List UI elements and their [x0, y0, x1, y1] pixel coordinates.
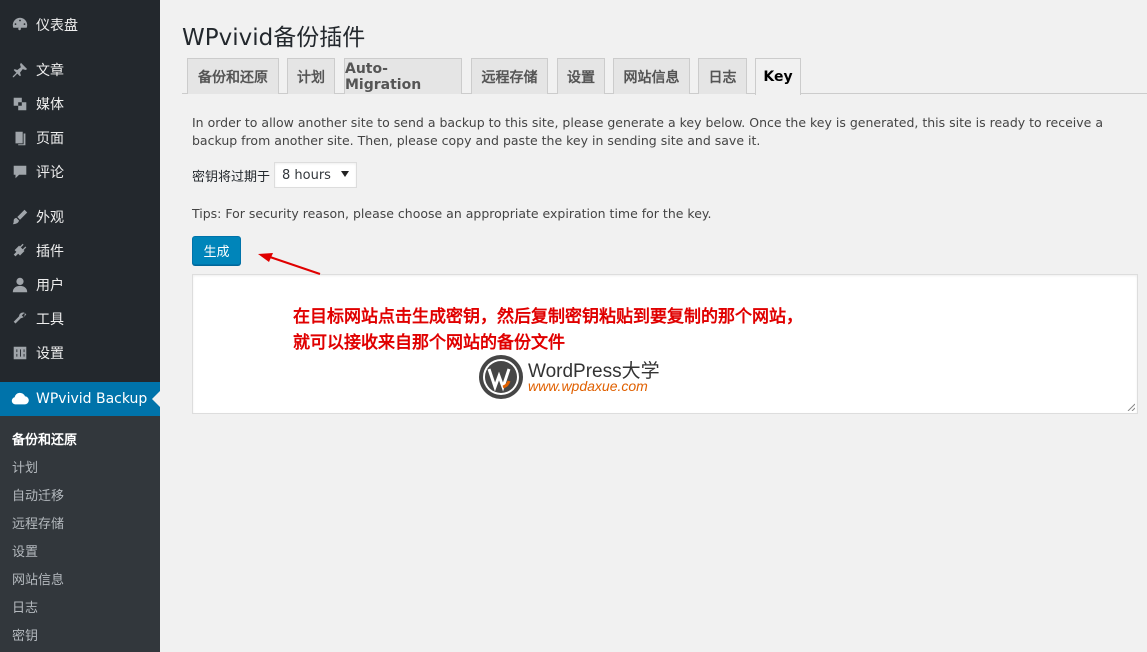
wordpress-logo-icon: [479, 355, 523, 399]
submenu-item-key[interactable]: 密钥: [12, 625, 38, 644]
active-indicator: [152, 391, 160, 407]
menu-item-comments[interactable]: 评论: [0, 155, 160, 189]
menu-label: 设置: [36, 346, 64, 362]
wrench-icon: [0, 310, 36, 328]
menu-item-wpvivid-backup[interactable]: WPvivid Backup: [0, 382, 160, 416]
tab-backup-restore[interactable]: 备份和还原: [187, 58, 279, 94]
tab-key[interactable]: Key: [755, 58, 801, 95]
expire-select[interactable]: 8 hours: [274, 162, 357, 188]
watermark-url: www.wpdaxue.com: [528, 378, 648, 394]
menu-label: 评论: [36, 165, 64, 181]
admin-sidebar: 仪表盘 文章 媒体 页面 评论 外观 插件 用户 工具 设置 WPvivid B…: [0, 0, 160, 652]
menu-item-plugins[interactable]: 插件: [0, 234, 160, 268]
menu-label: 工具: [36, 312, 64, 328]
menu-label: WPvivid Backup: [36, 391, 148, 407]
menu-label: 插件: [36, 244, 64, 260]
submenu-item-auto-migration[interactable]: 自动迁移: [12, 485, 64, 504]
menu-item-posts[interactable]: 文章: [0, 53, 160, 87]
menu-item-settings[interactable]: 设置: [0, 336, 160, 370]
tab-remote-storage[interactable]: 远程存储: [471, 58, 548, 94]
plugin-icon: [0, 242, 36, 260]
menu-item-users[interactable]: 用户: [0, 268, 160, 302]
annotation-line-2: 就可以接收来自那个网站的备份文件: [293, 333, 565, 353]
tab-site-info[interactable]: 网站信息: [613, 58, 690, 94]
submenu-item-site-info[interactable]: 网站信息: [12, 569, 64, 588]
page-title: WPvivid备份插件: [182, 25, 366, 51]
menu-label: 媒体: [36, 97, 64, 113]
generate-key-button[interactable]: 生成: [192, 236, 241, 265]
submenu-item-schedule[interactable]: 计划: [12, 457, 38, 476]
submenu: 备份和还原 计划 自动迁移 远程存储 设置 网站信息 日志 密钥: [0, 416, 160, 652]
menu-item-dashboard[interactable]: 仪表盘: [0, 8, 160, 42]
chevron-down-icon: [341, 171, 349, 177]
cloud-icon: [0, 390, 36, 408]
menu-item-tools[interactable]: 工具: [0, 302, 160, 336]
menu-item-appearance[interactable]: 外观: [0, 200, 160, 234]
menu-item-media[interactable]: 媒体: [0, 87, 160, 121]
menu-label: 仪表盘: [36, 18, 78, 34]
menu-label: 文章: [36, 63, 64, 79]
menu-label: 用户: [36, 278, 64, 294]
dashboard-icon: [0, 16, 36, 34]
expire-select-value: 8 hours: [282, 167, 331, 183]
submenu-item-settings[interactable]: 设置: [12, 541, 38, 560]
annotation-line-1: 在目标网站点击生成密钥，然后复制密钥粘贴到要复制的那个网站，: [293, 307, 803, 327]
tab-auto-migration[interactable]: Auto-Migration: [344, 58, 462, 94]
menu-label: 页面: [36, 131, 64, 147]
tab-bar: 备份和还原 计划 Auto-Migration 远程存储 设置 网站信息 日志 …: [182, 57, 1147, 95]
tab-schedule[interactable]: 计划: [287, 58, 335, 94]
expire-label: 密钥将过期于: [192, 170, 271, 185]
comment-icon: [0, 163, 36, 181]
annotation-arrow-icon: [258, 253, 321, 275]
resize-handle-icon[interactable]: [1127, 403, 1135, 411]
submenu-item-remote-storage[interactable]: 远程存储: [12, 513, 64, 532]
settings-icon: [0, 344, 36, 362]
security-tips: Tips: For security reason, please choose…: [192, 206, 712, 221]
menu-label: 外观: [36, 210, 64, 226]
pin-icon: [0, 61, 36, 79]
submenu-item-backup-restore[interactable]: 备份和还原: [12, 429, 77, 448]
user-icon: [0, 276, 36, 294]
menu-item-pages[interactable]: 页面: [0, 121, 160, 155]
brush-icon: [0, 208, 36, 226]
tab-logs[interactable]: 日志: [698, 58, 747, 94]
media-icon: [0, 95, 36, 113]
tab-settings[interactable]: 设置: [557, 58, 605, 94]
submenu-item-logs[interactable]: 日志: [12, 597, 38, 616]
page-icon: [0, 129, 36, 147]
key-description: In order to allow another site to send a…: [192, 115, 1103, 148]
